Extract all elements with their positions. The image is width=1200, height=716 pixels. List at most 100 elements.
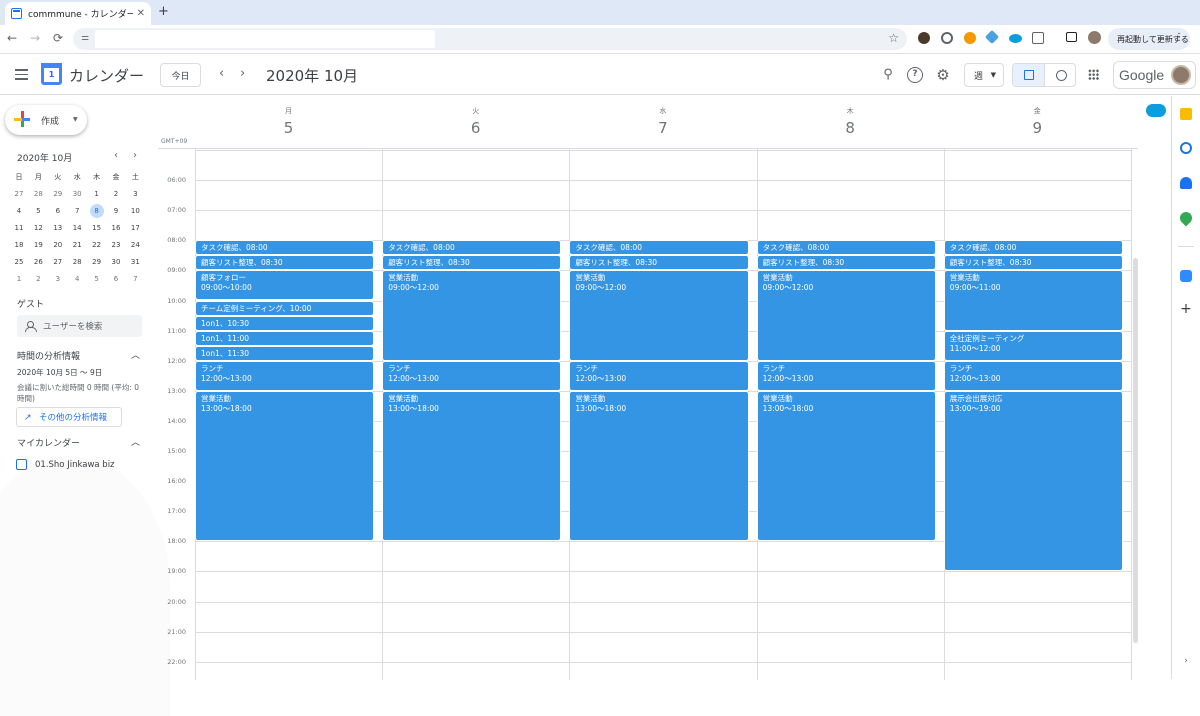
expand-panel-icon[interactable]: ›: [1180, 656, 1192, 668]
mini-day[interactable]: 12: [29, 220, 47, 236]
calendar-event[interactable]: 1on1、11:30: [195, 345, 375, 361]
calendar-event[interactable]: 営業活動 13:00～18:00: [382, 390, 562, 542]
mini-day[interactable]: 2: [107, 186, 125, 202]
site-info-icon[interactable]: ⚌: [81, 33, 93, 45]
calendar-event[interactable]: 営業活動 13:00～18:00: [569, 390, 749, 542]
extensions-puzzle-icon[interactable]: [1032, 32, 1044, 44]
mini-day[interactable]: 18: [10, 237, 28, 253]
prev-week-button[interactable]: ‹: [219, 66, 224, 81]
mini-day[interactable]: 30: [107, 254, 125, 270]
mini-day[interactable]: 22: [88, 237, 106, 253]
calendar-event[interactable]: タスク確認、08:00: [195, 240, 375, 256]
profile-avatar[interactable]: [1088, 31, 1101, 44]
mini-next-button[interactable]: ›: [133, 150, 137, 161]
day-header[interactable]: 木8: [757, 96, 944, 137]
mini-day[interactable]: 7: [126, 271, 144, 287]
mini-day[interactable]: 4: [10, 203, 28, 219]
calendar-event[interactable]: 展示会出展対応 13:00～19:00: [943, 390, 1123, 572]
browser-menu-icon[interactable]: ⋮: [1174, 32, 1184, 43]
account-avatar[interactable]: [1171, 65, 1191, 85]
mini-day[interactable]: 9: [107, 203, 125, 219]
address-bar[interactable]: ⚌ ☆: [73, 28, 907, 50]
grid-scrollbar[interactable]: [1133, 258, 1138, 643]
mini-day[interactable]: 30: [68, 186, 86, 202]
keep-icon[interactable]: [1180, 108, 1192, 120]
calendar-event[interactable]: 1on1、11:00: [195, 330, 375, 346]
day-number[interactable]: 8: [757, 119, 944, 137]
mini-day[interactable]: 6: [107, 271, 125, 287]
reload-button[interactable]: ⟳: [50, 31, 66, 45]
calendar-event[interactable]: ランチ 12:00～13:00: [382, 360, 562, 391]
mini-day[interactable]: 3: [49, 271, 67, 287]
mini-day[interactable]: 31: [126, 254, 144, 270]
mini-day[interactable]: 14: [68, 220, 86, 236]
mini-day[interactable]: 29: [88, 254, 106, 270]
calendar-event[interactable]: 全社定例ミーティング 11:00～12:00: [943, 330, 1123, 361]
calendar-view-toggle[interactable]: [1013, 64, 1045, 86]
salesforce-extension-icon[interactable]: [1009, 34, 1022, 43]
collapse-mycal-icon[interactable]: ︿: [131, 435, 140, 448]
calendar-event[interactable]: 営業活動 09:00～12:00: [569, 270, 749, 361]
forward-button[interactable]: →: [27, 31, 43, 45]
day-header[interactable]: 金9: [944, 96, 1131, 137]
side-panel-icon[interactable]: [1066, 32, 1077, 42]
telegram-extension-icon[interactable]: [984, 29, 1000, 45]
more-insights-button[interactable]: ↗ その他の分析情報: [16, 407, 122, 427]
mini-day[interactable]: 25: [10, 254, 28, 270]
day-header[interactable]: 火6: [382, 96, 569, 137]
calendar-event[interactable]: チーム定例ミーティング、10:00: [195, 300, 375, 316]
day-number[interactable]: 9: [944, 119, 1131, 137]
extension-3-icon[interactable]: [964, 32, 976, 44]
add-addon-icon[interactable]: +: [1180, 302, 1192, 316]
mini-day[interactable]: 1: [88, 186, 106, 202]
calendar-checkbox[interactable]: [16, 459, 27, 470]
contacts-icon[interactable]: [1180, 177, 1192, 189]
day-number[interactable]: 5: [195, 119, 382, 137]
mini-day[interactable]: 10: [126, 203, 144, 219]
extension-2-icon[interactable]: [941, 32, 953, 44]
create-button[interactable]: 作成 ▼: [5, 105, 87, 135]
today-button[interactable]: 今日: [160, 63, 201, 87]
browser-tab[interactable]: commmune - カレンダー - 2020 ✕: [5, 2, 151, 25]
calendar-event[interactable]: 顧客リスト整理、08:30: [569, 255, 749, 271]
calendar-event[interactable]: ランチ 12:00～13:00: [195, 360, 375, 391]
view-selector[interactable]: 週 ▼: [964, 63, 1004, 87]
mini-day[interactable]: 11: [10, 220, 28, 236]
google-apps-icon[interactable]: [1088, 69, 1099, 80]
mini-day[interactable]: 20: [49, 237, 67, 253]
calendar-event[interactable]: タスク確認、08:00: [756, 240, 936, 256]
calendar-event[interactable]: 顧客リスト整理、08:30: [382, 255, 562, 271]
mini-day[interactable]: 28: [29, 186, 47, 202]
calendar-event[interactable]: タスク確認、08:00: [943, 240, 1123, 256]
settings-gear-icon[interactable]: ⚙: [935, 67, 951, 83]
calendar-event[interactable]: 営業活動 09:00～11:00: [943, 270, 1123, 331]
salesforce-addon-icon[interactable]: [1146, 104, 1166, 117]
mini-day[interactable]: 28: [68, 254, 86, 270]
mini-prev-button[interactable]: ‹: [114, 150, 118, 161]
next-week-button[interactable]: ›: [240, 66, 245, 81]
mini-day[interactable]: 29: [49, 186, 67, 202]
calendar-event[interactable]: 営業活動 13:00～18:00: [756, 390, 936, 542]
google-account-badge[interactable]: Google: [1113, 61, 1196, 89]
calendar-event[interactable]: 顧客フォロー 09:00～10:00: [195, 270, 375, 301]
mini-day[interactable]: 17: [126, 220, 144, 236]
help-icon[interactable]: ?: [907, 67, 923, 83]
tasks-icon[interactable]: [1180, 142, 1192, 154]
mini-day[interactable]: 24: [126, 237, 144, 253]
calendar-event[interactable]: ランチ 12:00～13:00: [756, 360, 936, 391]
mini-day[interactable]: 5: [29, 203, 47, 219]
day-header[interactable]: 水7: [569, 96, 756, 137]
mini-day[interactable]: 4: [68, 271, 86, 287]
mini-day[interactable]: 3: [126, 186, 144, 202]
calendar-event[interactable]: 営業活動 09:00～12:00: [382, 270, 562, 361]
search-icon[interactable]: ⚲: [880, 67, 896, 83]
url-field[interactable]: [95, 30, 435, 48]
new-tab-button[interactable]: +: [158, 4, 169, 19]
mini-day[interactable]: 16: [107, 220, 125, 236]
mini-day[interactable]: 27: [49, 254, 67, 270]
mini-day[interactable]: 2: [29, 271, 47, 287]
day-number[interactable]: 7: [569, 119, 756, 137]
mini-day[interactable]: 23: [107, 237, 125, 253]
mini-day[interactable]: 5: [88, 271, 106, 287]
mini-day[interactable]: 15: [88, 220, 106, 236]
